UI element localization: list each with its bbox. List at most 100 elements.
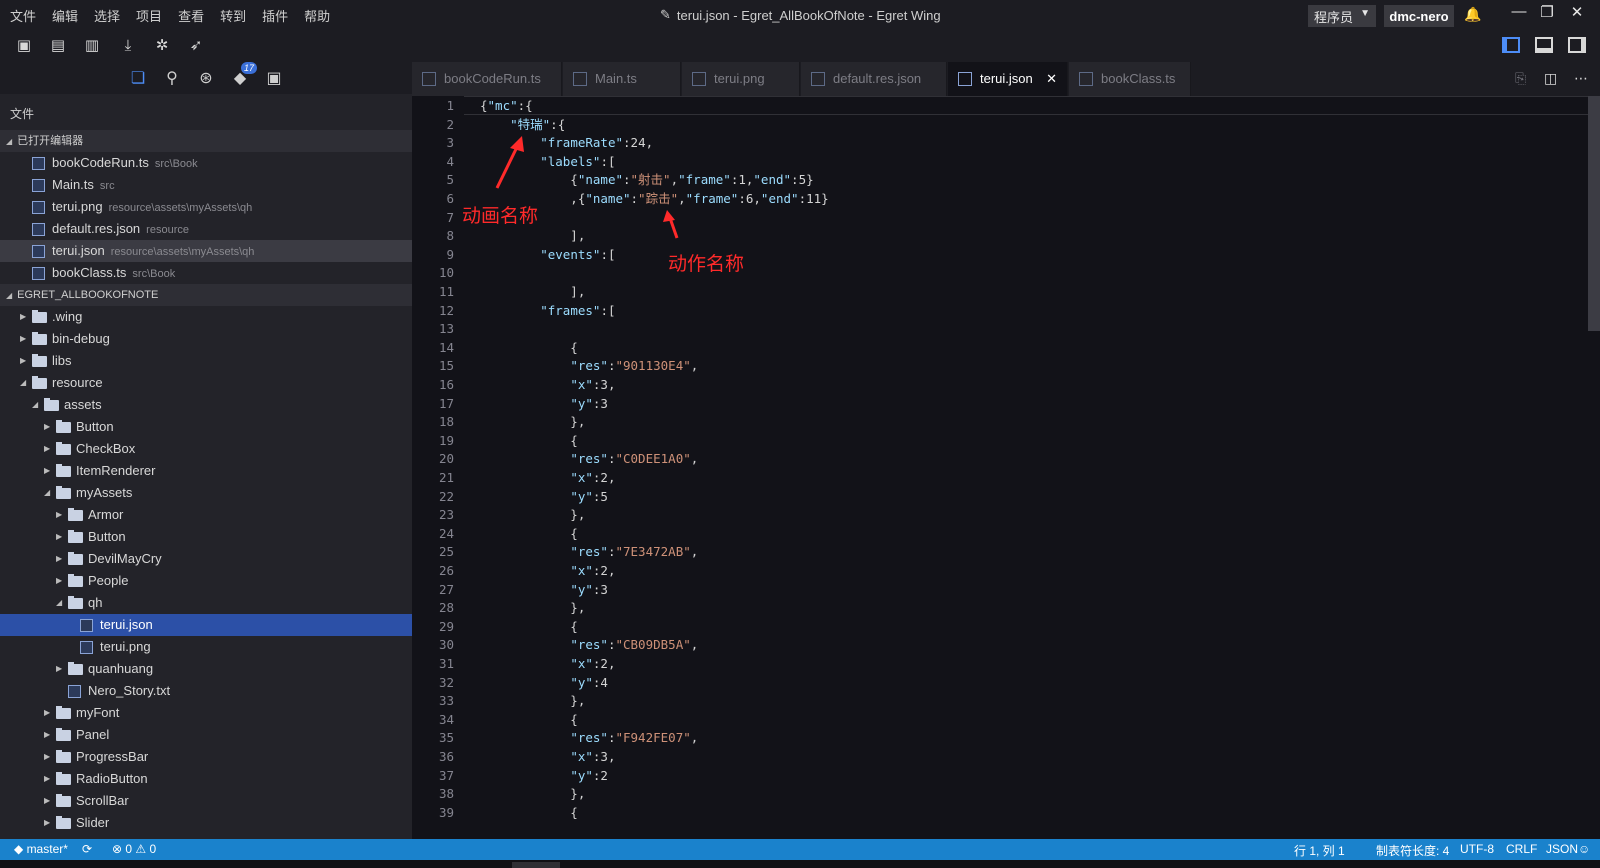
toggle-panel-icon[interactable]	[1535, 37, 1553, 53]
open-editor-item[interactable]: Main.ts src	[0, 174, 412, 196]
tab-terui-png[interactable]: terui.png	[682, 62, 800, 96]
chevron-right-icon[interactable]: ▶	[44, 724, 50, 746]
tab-bookcoderun[interactable]: bookCodeRun.ts	[412, 62, 562, 96]
save-all-icon[interactable]: ▥	[82, 36, 102, 56]
tree-folder[interactable]: ▶ Slider	[0, 812, 412, 834]
role-select[interactable]: 程序员 ▼	[1308, 5, 1376, 27]
debug-icon[interactable]: ✲	[152, 36, 172, 56]
tree-folder[interactable]: ◢ resource	[0, 372, 412, 394]
tree-file[interactable]: Nero_Story.txt	[0, 680, 412, 702]
chevron-right-icon[interactable]: ▶	[20, 328, 26, 350]
chevron-right-icon[interactable]: ▶	[44, 812, 50, 834]
tab-main[interactable]: Main.ts	[563, 62, 681, 96]
tree-folder[interactable]: ▶ Button	[0, 416, 412, 438]
tree-folder[interactable]: ▶ Armor	[0, 504, 412, 526]
tree-file[interactable]: terui.png	[0, 636, 412, 658]
project-header[interactable]: ◢ EGRET_ALLBOOKOFNOTE	[0, 284, 412, 306]
tree-folder[interactable]: ◢ assets	[0, 394, 412, 416]
minimize-icon[interactable]: —	[1506, 3, 1532, 20]
git-branch[interactable]: ◆ master*	[14, 842, 68, 856]
menu-view[interactable]: 查看	[178, 6, 204, 25]
explorer-icon[interactable]: ❏	[121, 68, 155, 88]
new-file-icon[interactable]: ▣	[14, 36, 34, 56]
tree-folder[interactable]: ▶ People	[0, 570, 412, 592]
tree-folder[interactable]: ◢ myAssets	[0, 482, 412, 504]
chevron-right-icon[interactable]: ▶	[44, 702, 50, 724]
chevron-right-icon[interactable]: ▶	[56, 548, 62, 570]
sync-icon[interactable]: ⟳	[82, 842, 92, 856]
user-button[interactable]: dmc-nero	[1384, 5, 1454, 27]
tree-folder[interactable]: ▶ Panel	[0, 724, 412, 746]
close-window-icon[interactable]: ✕	[1564, 3, 1590, 21]
encoding[interactable]: UTF-8	[1460, 842, 1494, 856]
tree-folder[interactable]: ▶ bin-debug	[0, 328, 412, 350]
chevron-right-icon[interactable]: ▶	[44, 460, 50, 482]
menu-edit[interactable]: 编辑	[52, 6, 78, 25]
save-icon[interactable]: ▤	[48, 36, 68, 56]
open-editor-item[interactable]: bookCodeRun.ts src\Book	[0, 152, 412, 174]
chevron-right-icon[interactable]: ▶	[56, 526, 62, 548]
chevron-down-icon[interactable]: ◢	[44, 482, 50, 504]
chevron-right-icon[interactable]: ▶	[44, 790, 50, 812]
chevron-right-icon[interactable]: ▶	[44, 438, 50, 460]
chevron-right-icon[interactable]: ▶	[20, 350, 26, 372]
line-ending[interactable]: CRLF	[1506, 842, 1537, 856]
tree-folder[interactable]: ◢ qh	[0, 592, 412, 614]
chevron-right-icon[interactable]: ▶	[20, 306, 26, 328]
tree-folder[interactable]: ▶ Button	[0, 526, 412, 548]
tree-folder[interactable]: ▶ CheckBox	[0, 438, 412, 460]
publish-icon[interactable]: ⤓	[118, 36, 138, 56]
close-tab-icon[interactable]: ✕	[1046, 62, 1057, 96]
tree-folder[interactable]: ▶ quanhuang	[0, 658, 412, 680]
menu-plugins[interactable]: 插件	[262, 6, 288, 25]
rocket-icon[interactable]: ➶	[186, 36, 206, 56]
tree-folder[interactable]: ▶ ItemRenderer	[0, 460, 412, 482]
git-icon[interactable]: ◆ 17	[223, 62, 258, 88]
tab-default-res[interactable]: default.res.json	[801, 62, 947, 96]
toggle-right-panel-icon[interactable]	[1568, 37, 1586, 53]
search-icon[interactable]: ⚲	[155, 68, 189, 88]
chevron-down-icon[interactable]: ◢	[32, 394, 38, 416]
restore-icon[interactable]: ❐	[1534, 3, 1560, 21]
more-icon[interactable]: ⋯	[1574, 70, 1588, 87]
tab-bookclass[interactable]: bookClass.ts	[1069, 62, 1191, 96]
split-editor-icon[interactable]: ◫	[1544, 70, 1557, 87]
chevron-right-icon[interactable]: ▶	[56, 570, 62, 592]
tree-folder[interactable]: ▶ ProgressBar	[0, 746, 412, 768]
tree-file[interactable]: terui.json	[0, 614, 412, 636]
tab-terui-json[interactable]: terui.json ✕	[948, 62, 1068, 96]
tree-folder[interactable]: ▶ myFont	[0, 702, 412, 724]
bell-icon[interactable]: 🔔	[1464, 6, 1481, 23]
open-editor-item[interactable]: default.res.json resource	[0, 218, 412, 240]
menu-project[interactable]: 项目	[136, 6, 162, 25]
chevron-right-icon[interactable]: ▶	[44, 768, 50, 790]
open-editor-item[interactable]: bookClass.ts src\Book	[0, 262, 412, 284]
menu-file[interactable]: 文件	[10, 6, 36, 25]
open-editor-item[interactable]: terui.json resource\assets\myAssets\qh	[0, 240, 412, 262]
problems[interactable]: ⊗ 0 ⚠ 0	[112, 842, 156, 856]
open-changes-icon[interactable]: ⎘	[1515, 70, 1526, 87]
tree-folder[interactable]: ▶ .wing	[0, 306, 412, 328]
code-editor[interactable]: 1 {"mc":{2 "特瑞":{3 "frameRate":24, 4 "labe…	[412, 96, 1600, 839]
chevron-down-icon[interactable]: ◢	[56, 592, 62, 614]
chevron-right-icon[interactable]: ▶	[56, 504, 62, 526]
tree-folder[interactable]: ▶ libs	[0, 350, 412, 372]
menu-goto[interactable]: 转到	[220, 6, 246, 25]
chevron-right-icon[interactable]: ▶	[44, 416, 50, 438]
menu-select[interactable]: 选择	[94, 6, 120, 25]
chevron-right-icon[interactable]: ▶	[56, 658, 62, 680]
toggle-sidebar-icon[interactable]	[1502, 37, 1520, 53]
menu-help[interactable]: 帮助	[304, 6, 330, 25]
open-editors-header[interactable]: ◢ 已打开编辑器	[0, 130, 412, 152]
feedback-icon[interactable]: ☺	[1578, 842, 1590, 856]
tree-folder[interactable]: ▶ RadioButton	[0, 768, 412, 790]
outline-icon[interactable]: ▣	[257, 68, 291, 88]
cursor-position[interactable]: 行 1, 列 1	[1294, 842, 1345, 859]
extensions-icon[interactable]: ⊛	[189, 68, 223, 88]
horizontal-scroll-thumb[interactable]	[512, 862, 560, 868]
tree-folder[interactable]: ▶ DevilMayCry	[0, 548, 412, 570]
tree-folder[interactable]: ▶ ScrollBar	[0, 790, 412, 812]
tab-size[interactable]: 制表符长度: 4	[1376, 842, 1449, 859]
chevron-down-icon[interactable]: ◢	[20, 372, 26, 394]
open-editor-item[interactable]: terui.png resource\assets\myAssets\qh	[0, 196, 412, 218]
